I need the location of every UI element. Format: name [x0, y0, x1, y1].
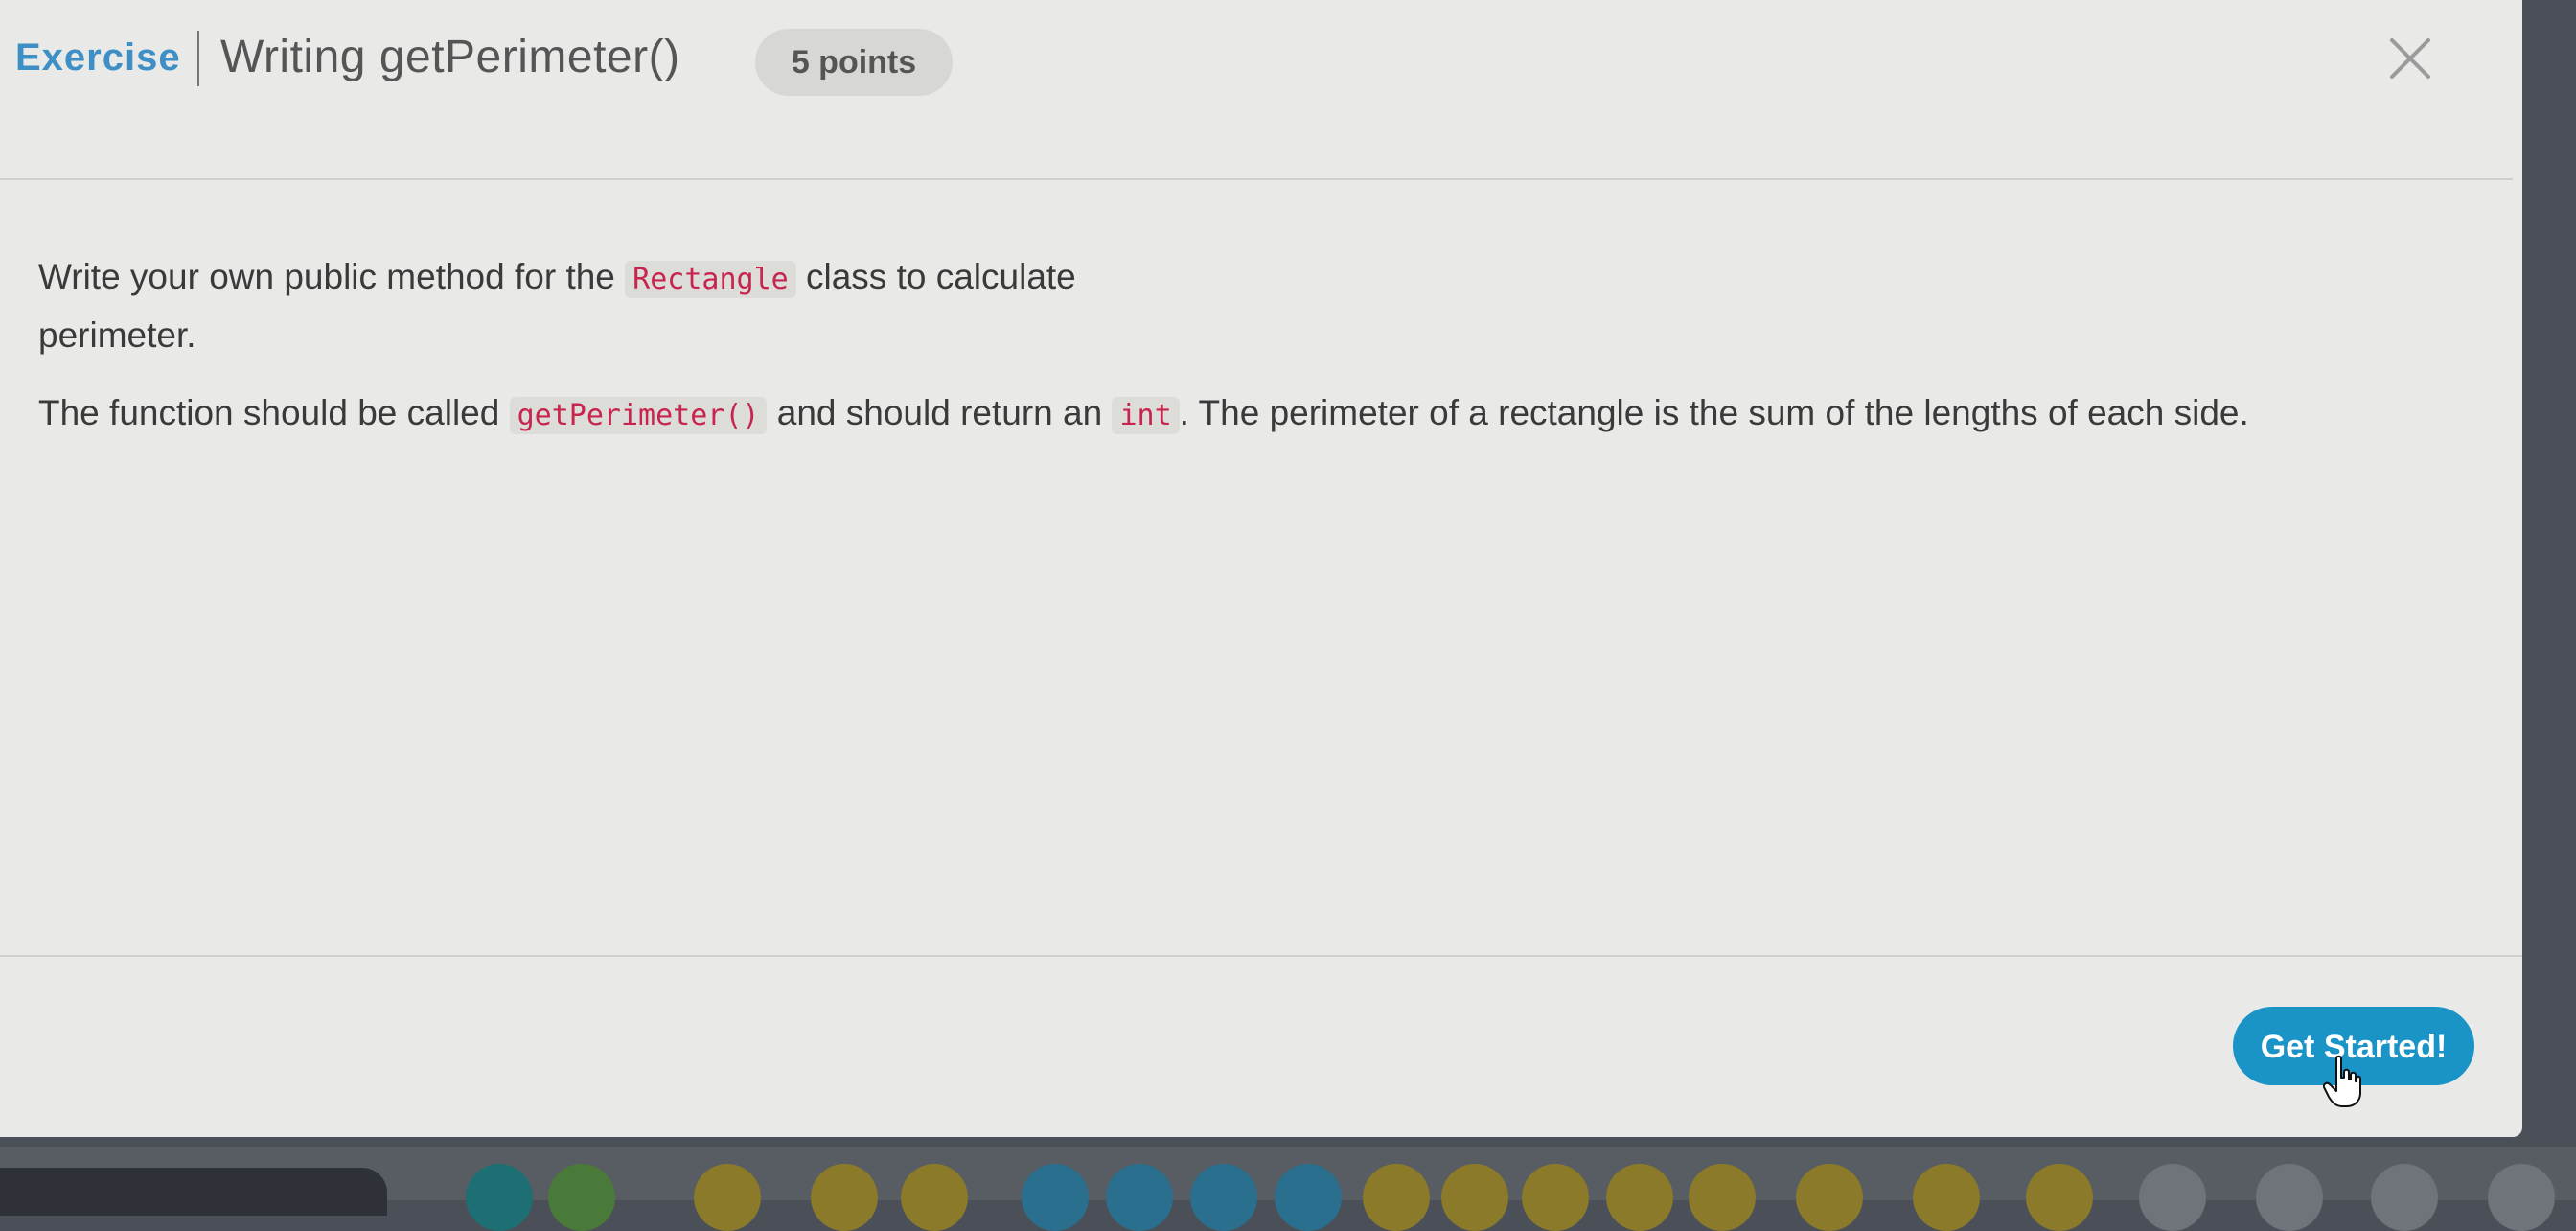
- exercise-label: Exercise: [15, 36, 181, 79]
- progress-dot[interactable]: [1363, 1164, 1430, 1231]
- progress-dot[interactable]: [548, 1164, 615, 1231]
- progress-dot[interactable]: [1441, 1164, 1508, 1231]
- progress-dot[interactable]: [466, 1164, 533, 1231]
- paragraph-2-text-1: The function should be called: [38, 393, 510, 432]
- modal-footer: Get Started!: [0, 955, 2522, 1139]
- progress-dot[interactable]: [1106, 1164, 1173, 1231]
- paragraph-1-text-before: Write your own public method for the: [38, 257, 626, 296]
- code-rectangle: Rectangle: [625, 261, 796, 298]
- close-button[interactable]: [2384, 33, 2436, 84]
- exercise-description: Write your own public method for the Rec…: [0, 180, 2513, 957]
- progress-dot[interactable]: [2026, 1164, 2093, 1231]
- progress-dot[interactable]: [694, 1164, 761, 1231]
- progress-dot[interactable]: [1606, 1164, 1673, 1231]
- description-paragraph-1: Write your own public method for the Rec…: [38, 249, 1208, 363]
- progress-dot[interactable]: [1522, 1164, 1589, 1231]
- progress-dot[interactable]: [2139, 1164, 2206, 1231]
- bottom-tab: [0, 1168, 387, 1216]
- code-int: int: [1112, 397, 1180, 434]
- close-icon: [2390, 38, 2430, 79]
- code-getperimeter: getPerimeter(): [509, 397, 768, 434]
- bottom-progress-bar: [0, 1147, 2576, 1231]
- progress-dot[interactable]: [901, 1164, 968, 1231]
- exercise-title: Writing getPerimeter(): [220, 32, 680, 82]
- progress-dot[interactable]: [1275, 1164, 1342, 1231]
- points-badge: 5 points: [755, 29, 953, 96]
- modal-header: Exercise Writing getPerimeter() 5 points: [0, 0, 2513, 180]
- progress-dot[interactable]: [1022, 1164, 1089, 1231]
- paragraph-2-text-2: and should return an: [767, 393, 1113, 432]
- progress-dot[interactable]: [1913, 1164, 1980, 1231]
- hand-cursor-icon: [2323, 1055, 2361, 1107]
- progress-dot[interactable]: [2371, 1164, 2438, 1231]
- progress-dot[interactable]: [2256, 1164, 2323, 1231]
- progress-dot[interactable]: [1796, 1164, 1863, 1231]
- progress-dot[interactable]: [811, 1164, 878, 1231]
- paragraph-2-text-3: . The perimeter of a rectangle is the su…: [1179, 393, 2249, 432]
- progress-dot[interactable]: [1689, 1164, 1756, 1231]
- exercise-modal: Exercise Writing getPerimeter() 5 points…: [0, 0, 2522, 1137]
- description-paragraph-2: The function should be called getPerimet…: [38, 385, 2492, 444]
- progress-dot[interactable]: [2488, 1164, 2555, 1231]
- header-divider: [197, 31, 199, 86]
- progress-dot[interactable]: [1190, 1164, 1257, 1231]
